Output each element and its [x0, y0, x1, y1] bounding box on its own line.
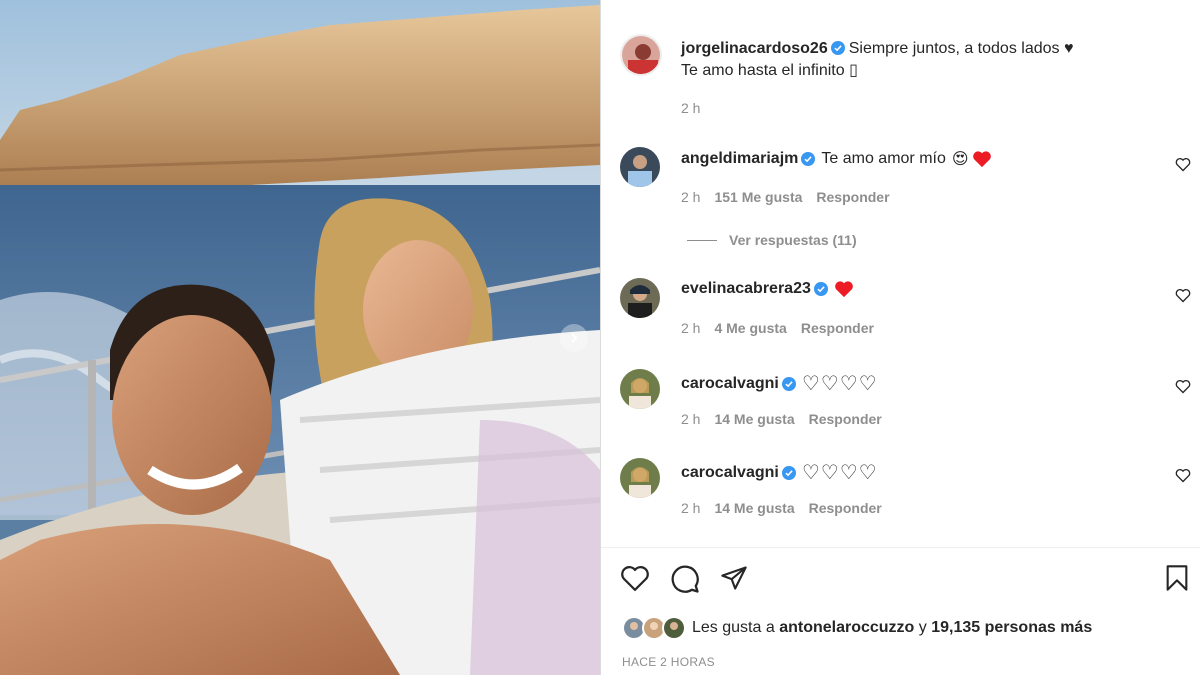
post-photo[interactable]	[0, 0, 600, 675]
comment-time: 2 h	[681, 411, 701, 427]
comment-like-icon[interactable]	[1175, 288, 1191, 303]
comment-likes[interactable]: 14 Me gusta	[714, 500, 794, 516]
reply-button[interactable]: Responder	[809, 411, 882, 427]
white-hearts-emoji: ♡♡♡♡	[801, 373, 878, 395]
commenter-username[interactable]: angeldimariajm	[681, 150, 798, 168]
verified-badge-icon	[801, 152, 816, 166]
comment-time: 2 h	[681, 500, 701, 516]
comment-time: 2 h	[681, 320, 701, 336]
comment-like-icon[interactable]	[1175, 468, 1191, 483]
photo-image	[0, 0, 600, 675]
pane-divider	[600, 0, 601, 675]
red-heart-emoji	[835, 281, 853, 298]
comment-time: 2 h	[681, 189, 701, 205]
comment-bubble-icon[interactable]	[670, 564, 700, 594]
post-actions-bar	[620, 564, 1190, 596]
caption-line1: Siempre juntos, a todos lados ♥	[848, 40, 1074, 57]
paper-plane-icon[interactable]	[720, 564, 748, 592]
post-timestamp[interactable]: HACE 2 HORAS	[622, 655, 715, 669]
view-replies-label: Ver respuestas (11)	[729, 232, 857, 248]
likes-prefix: Les gusta a	[692, 619, 775, 636]
author-avatar[interactable]	[620, 34, 662, 76]
likes-text: Les gusta a antonelaroccuzzo y 19,135 pe…	[692, 619, 1092, 637]
verified-badge-icon	[781, 376, 796, 391]
bookmark-icon[interactable]	[1164, 564, 1190, 592]
carousel-next-button[interactable]	[560, 324, 588, 352]
likes-connector: y	[918, 619, 927, 636]
commenter-username[interactable]: carocalvagni	[681, 464, 779, 482]
actions-divider	[601, 547, 1200, 548]
reply-button[interactable]: Responder	[809, 500, 882, 516]
likes-summary: Les gusta a antonelaroccuzzo y 19,135 pe…	[622, 616, 1092, 640]
author-username[interactable]: jorgelinacardoso26	[681, 40, 828, 57]
commenter-avatar[interactable]	[620, 278, 660, 318]
verified-badge-icon	[813, 282, 828, 296]
comment-likes[interactable]: 151 Me gusta	[714, 189, 802, 205]
commenter-avatar[interactable]	[620, 369, 660, 409]
verified-badge-icon	[781, 465, 796, 480]
comment-like-icon[interactable]	[1175, 157, 1191, 172]
white-hearts-emoji: ♡♡♡♡	[801, 462, 878, 484]
commenter-avatar[interactable]	[620, 147, 660, 187]
comment-item: angeldimariajm Te amo amor mío 😍 2 h 151 …	[620, 147, 1199, 217]
comment-likes[interactable]: 14 Me gusta	[714, 411, 794, 427]
comment-like-icon[interactable]	[1175, 379, 1191, 394]
likes-count[interactable]: 19,135 personas más	[931, 619, 1092, 636]
post-caption: jorgelinacardoso26 Siempre juntos, a todo…	[681, 38, 1151, 82]
reply-button[interactable]: Responder	[801, 320, 874, 336]
replies-dash	[687, 239, 717, 241]
red-heart-emoji	[972, 151, 991, 168]
caption-time: 2 h	[681, 100, 701, 116]
comment-likes[interactable]: 4 Me gusta	[714, 320, 786, 336]
chevron-right-icon	[571, 333, 578, 343]
liker-avatar	[662, 616, 686, 640]
caption-line2: Te amo hasta el infinito ▯	[681, 62, 858, 79]
heart-eyes-emoji: 😍	[951, 151, 969, 168]
commenter-username[interactable]: evelinacabrera23	[681, 280, 811, 298]
view-replies-button[interactable]: Ver respuestas (11)	[687, 232, 857, 248]
comment-item: evelinacabrera23 2 h 4 Me gusta Responde…	[620, 278, 1199, 348]
comment-item: carocalvagni ♡♡♡♡ 2 h 14 Me gusta Respond…	[620, 369, 1199, 439]
comment-text: Te amo amor mío	[821, 150, 946, 167]
likers-avatars[interactable]	[622, 616, 686, 640]
comment-item: carocalvagni ♡♡♡♡ 2 h 14 Me gusta Respond…	[620, 458, 1199, 528]
liker-username[interactable]: antonelaroccuzzo	[779, 619, 914, 636]
reply-button[interactable]: Responder	[816, 189, 889, 205]
heart-outline-icon[interactable]	[620, 564, 650, 592]
commenter-username[interactable]: carocalvagni	[681, 375, 779, 393]
verified-badge-icon	[830, 41, 845, 55]
commenter-avatar[interactable]	[620, 458, 660, 498]
